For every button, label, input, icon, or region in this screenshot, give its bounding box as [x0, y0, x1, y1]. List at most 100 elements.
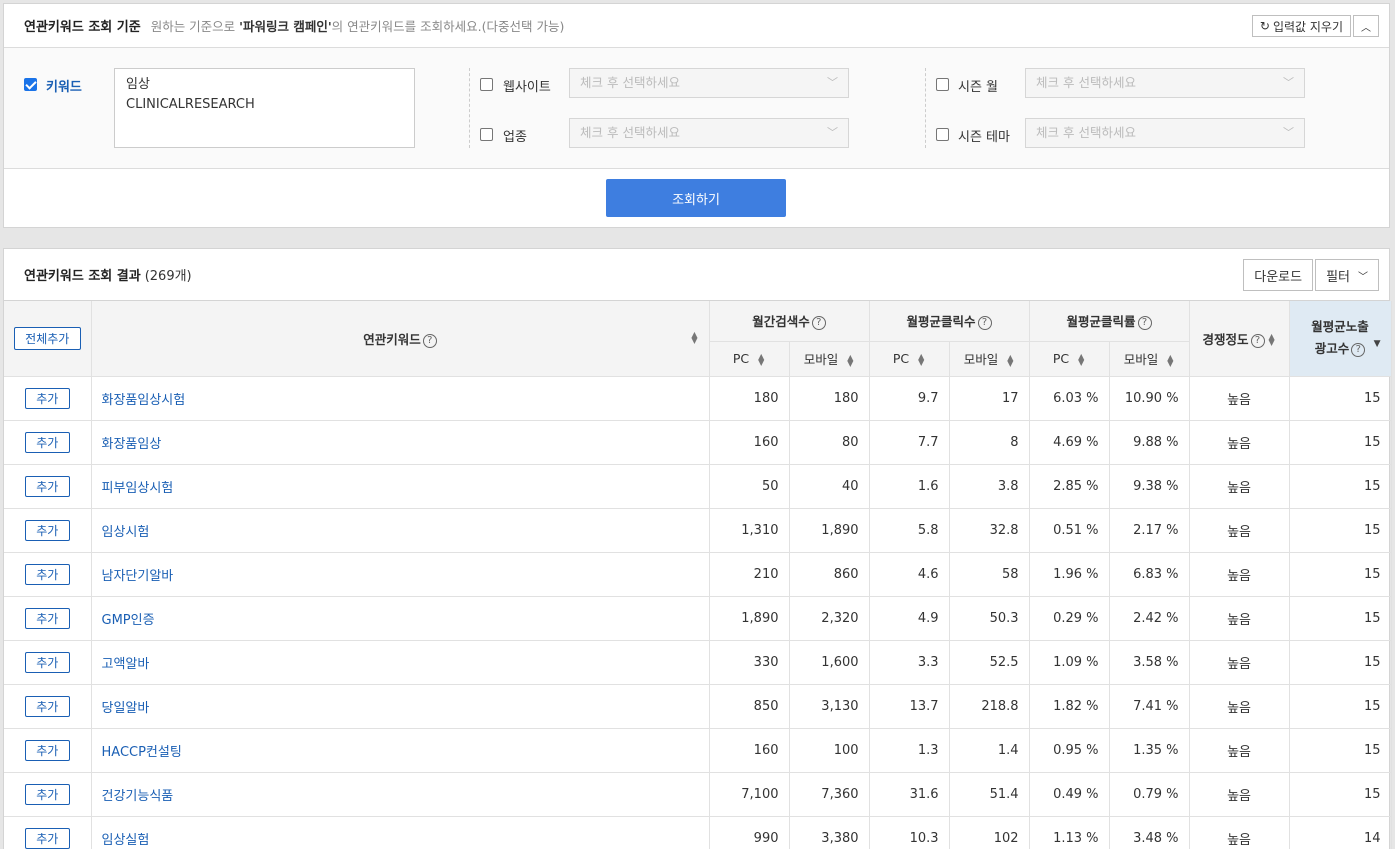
clicks-mobile-cell: 58 [949, 552, 1030, 597]
subheader-search-pc[interactable]: PC ▲ ▼ [709, 341, 790, 377]
keyword-cell[interactable]: GMP인증 [91, 596, 710, 641]
table-row: 추가 화장품임상시험 180 180 9.7 17 6.03 % 10.90 % 높음 15 [4, 376, 1392, 421]
season-month-checkbox[interactable] [936, 78, 949, 91]
table-row: 추가 고액알바 330 1,600 3.3 52.5 1.09 % 3.58 % 높음 15 [4, 640, 1392, 685]
website-select[interactable]: 체크 후 선택하세요 ﹀ [569, 68, 849, 98]
header-ad-count[interactable]: 월평균노출 광고수? ▼ [1289, 301, 1392, 377]
keyword-cell[interactable]: 고액알바 [91, 640, 710, 685]
help-icon[interactable]: ? [1137, 316, 1152, 331]
keyword-cell[interactable]: 피부임상시험 [91, 464, 710, 509]
ad-count-cell: 15 [1289, 376, 1392, 421]
criteria-header: 연관키워드 조회 기준 원하는 기준으로 '파워링크 캠페인'의 연관키워드를 … [4, 4, 1389, 48]
season-theme-select[interactable]: 체크 후 선택하세요 ﹀ [1025, 118, 1305, 148]
season-theme-label: 시즌 테마 [958, 130, 1010, 145]
add-keyword-button[interactable]: 추가 [24, 607, 70, 629]
industry-checkbox[interactable] [480, 128, 493, 141]
clicks-pc-cell: 4.9 [869, 596, 950, 641]
add-all-header: 전체추가 [4, 301, 92, 377]
search-pc-cell: 180 [709, 376, 790, 421]
clicks-pc-cell: 4.6 [869, 552, 950, 597]
keyword-cell[interactable]: HACCP컨설팅 [91, 728, 710, 773]
criteria-desc-after: 의 연관키워드를 조회하세요.(다중선택 가능) [331, 19, 565, 34]
add-keyword-button[interactable]: 추가 [24, 651, 70, 673]
table-row: 추가 남자단기알바 210 860 4.6 58 1.96 % 6.83 % 높음 15 [4, 552, 1392, 597]
chevron-down-icon: ﹀ [1283, 126, 1294, 139]
ctr-pc-cell: 0.49 % [1029, 772, 1110, 817]
ctr-mobile-cell: 3.48 % [1109, 816, 1190, 849]
add-keyword-button[interactable]: 추가 [24, 695, 70, 717]
keyword-checkbox[interactable] [24, 78, 37, 91]
ctr-mobile-cell: 0.79 % [1109, 772, 1190, 817]
download-button[interactable]: 다운로드 [1243, 259, 1314, 291]
clicks-pc-cell: 31.6 [869, 772, 950, 817]
search-mobile-cell: 7,360 [789, 772, 870, 817]
search-mobile-cell: 40 [789, 464, 870, 509]
subheader-ctr-mobile[interactable]: 모바일 ▲ ▼ [1109, 341, 1190, 377]
subheader-clicks-mobile[interactable]: 모바일 ▲ ▼ [949, 341, 1030, 377]
keyword-textarea[interactable]: 임상 CLINICALRESEARCH [114, 68, 415, 148]
competition-cell: 높음 [1189, 508, 1290, 553]
header-competition[interactable]: 경쟁정도? ▲ ▼ [1189, 301, 1290, 377]
ad-count-cell: 15 [1289, 464, 1392, 509]
reset-input-button[interactable]: ↻ 입력값 지우기 [1251, 15, 1351, 37]
industry-select[interactable]: 체크 후 선택하세요 ﹀ [569, 118, 849, 148]
help-icon[interactable]: ? [811, 316, 826, 331]
keyword-cell[interactable]: 건강기능식품 [91, 772, 710, 817]
clicks-mobile-cell: 8 [949, 420, 1030, 465]
header-keyword[interactable]: 연관키워드? ▲ ▼ [91, 301, 710, 377]
keyword-cell[interactable]: 당일알바 [91, 684, 710, 729]
search-pc-cell: 160 [709, 728, 790, 773]
season-month-select[interactable]: 체크 후 선택하세요 ﹀ [1025, 68, 1305, 98]
competition-cell: 높음 [1189, 728, 1290, 773]
search-pc-cell: 50 [709, 464, 790, 509]
add-keyword-button[interactable]: 추가 [24, 387, 70, 409]
criteria-desc-bold: '파워링크 캠페인' [239, 19, 332, 34]
sort-icon: ▲ ▼ [1167, 352, 1174, 368]
add-keyword-button[interactable]: 추가 [24, 739, 70, 761]
help-icon[interactable]: ? [1250, 333, 1265, 348]
website-checkbox[interactable] [480, 78, 493, 91]
keyword-cell[interactable]: 화장품임상시험 [91, 376, 710, 421]
subheader-pc-label: PC [1052, 351, 1070, 366]
ctr-mobile-cell: 6.83 % [1109, 552, 1190, 597]
season-theme-checkbox[interactable] [936, 128, 949, 141]
help-icon[interactable]: ? [977, 316, 992, 331]
add-keyword-button[interactable]: 추가 [24, 519, 70, 541]
add-keyword-button[interactable]: 추가 [24, 827, 70, 849]
ctr-mobile-cell: 2.17 % [1109, 508, 1190, 553]
help-icon[interactable]: ? [422, 333, 437, 348]
search-pc-cell: 990 [709, 816, 790, 849]
keyword-cell[interactable]: 화장품임상 [91, 420, 710, 465]
help-icon[interactable]: ? [1351, 343, 1366, 358]
chevron-up-icon: ︿ [1361, 22, 1371, 34]
ctr-mobile-cell: 9.88 % [1109, 420, 1190, 465]
collapse-button[interactable]: ︿ [1353, 15, 1379, 37]
add-keyword-button[interactable]: 추가 [24, 783, 70, 805]
header-avg-clicks-label: 월평균클릭수 [906, 314, 976, 330]
ad-count-cell: 15 [1289, 552, 1392, 597]
clicks-mobile-cell: 3.8 [949, 464, 1030, 509]
header-avg-ctr: 월평균클릭률? [1029, 301, 1190, 342]
clicks-mobile-cell: 102 [949, 816, 1030, 849]
ad-count-cell: 14 [1289, 816, 1392, 849]
keyword-cell[interactable]: 남자단기알바 [91, 552, 710, 597]
subheader-search-mobile[interactable]: 모바일 ▲ ▼ [789, 341, 870, 377]
add-cell: 추가 [4, 728, 92, 773]
search-button[interactable]: 조회하기 [606, 179, 786, 217]
refresh-icon: ↻ [1259, 19, 1270, 33]
keyword-cell[interactable]: 임상실험 [91, 816, 710, 849]
sort-desc-icon: ▼ [1373, 339, 1381, 350]
clicks-mobile-cell: 51.4 [949, 772, 1030, 817]
add-keyword-button[interactable]: 추가 [24, 431, 70, 453]
table-row: 추가 피부임상시험 50 40 1.6 3.8 2.85 % 9.38 % 높음 15 [4, 464, 1392, 509]
add-all-button[interactable]: 전체추가 [13, 326, 81, 350]
add-keyword-button[interactable]: 추가 [24, 475, 70, 497]
ad-count-cell: 15 [1289, 728, 1392, 773]
add-keyword-button[interactable]: 추가 [24, 563, 70, 585]
subheader-clicks-pc[interactable]: PC ▲ ▼ [869, 341, 950, 377]
keyword-cell[interactable]: 임상시험 [91, 508, 710, 553]
clicks-mobile-cell: 50.3 [949, 596, 1030, 641]
filter-button[interactable]: 필터 ﹀ [1315, 259, 1379, 291]
subheader-pc-label: PC [892, 351, 910, 366]
subheader-ctr-pc[interactable]: PC ▲ ▼ [1029, 341, 1110, 377]
